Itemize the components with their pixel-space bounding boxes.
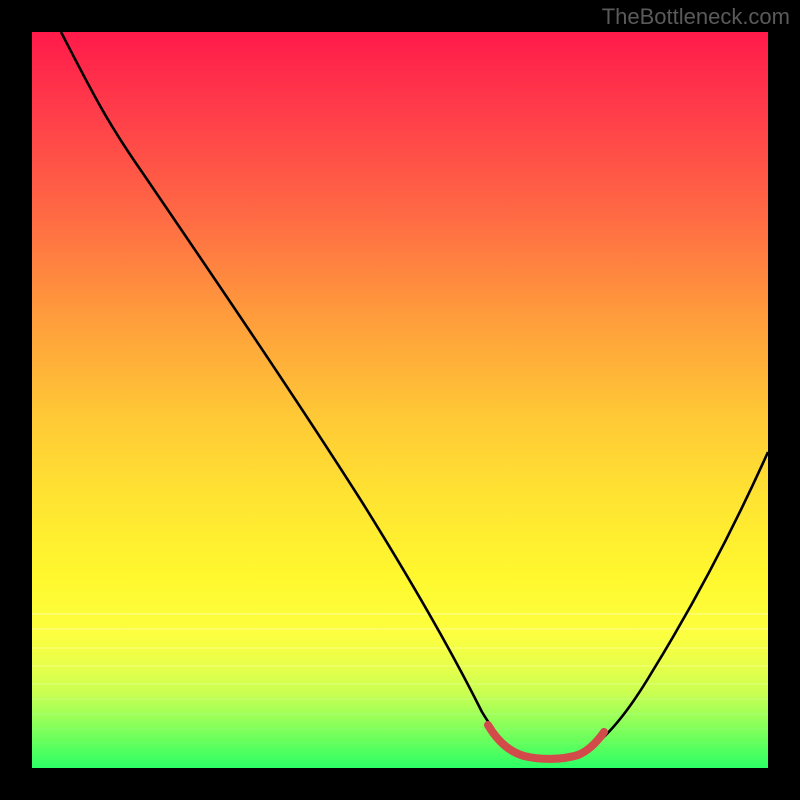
red-minimum-highlight	[488, 725, 604, 759]
plot-area	[32, 32, 768, 768]
black-curve	[61, 32, 768, 759]
watermark-label: TheBottleneck.com	[602, 4, 790, 30]
curve-layer	[32, 32, 768, 768]
chart-frame: TheBottleneck.com	[0, 0, 800, 800]
